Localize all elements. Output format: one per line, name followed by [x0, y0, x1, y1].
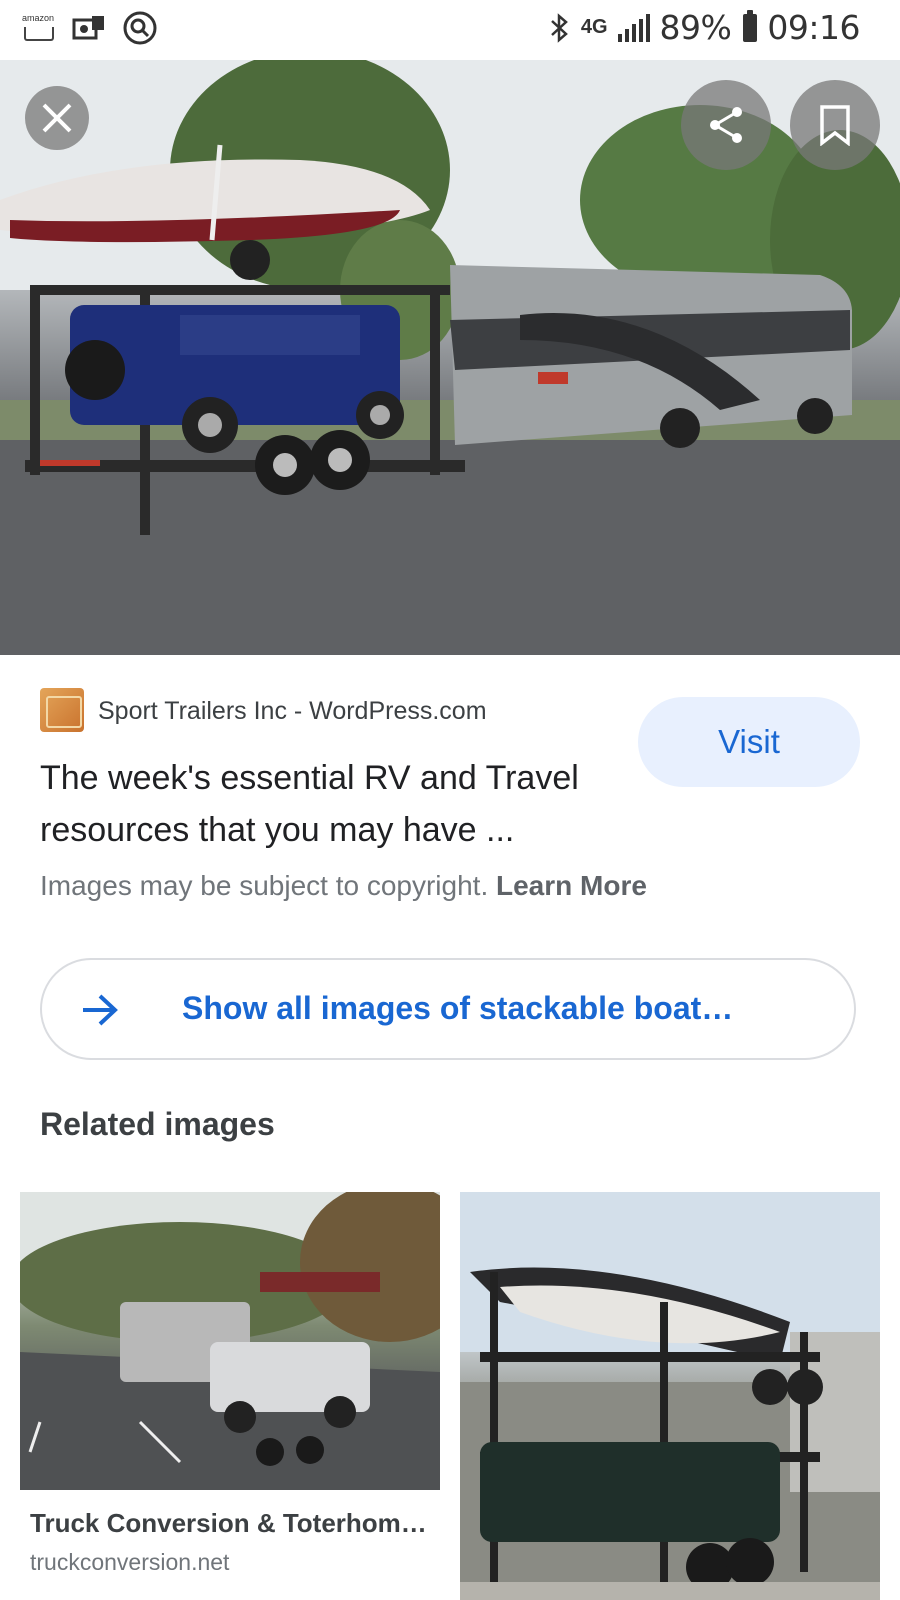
related-image-title: Truck Conversion & Toterhom…: [30, 1508, 427, 1538]
related-images-heading: Related images: [40, 1106, 275, 1142]
main-image[interactable]: [0, 60, 900, 655]
share-icon: [710, 107, 742, 143]
bluetooth-icon: [550, 12, 568, 43]
related-image-card[interactable]: Truck Conversion & Toterhom… truckconver…: [20, 1192, 440, 1600]
show-all-images-button[interactable]: Show all images of stackable boat…: [40, 958, 856, 1060]
status-bar: amazon 4G 89% 09:16: [0, 0, 900, 60]
signal-icon: [617, 13, 650, 42]
system-status: 4G 89% 09:16: [549, 8, 860, 47]
clock: 09:16: [767, 8, 860, 47]
close-button[interactable]: [25, 86, 89, 150]
related-image-thumbnail: [20, 1192, 440, 1490]
copyright-text: Images may be subject to copyright.: [40, 870, 489, 901]
notification-icons: amazon: [20, 10, 158, 46]
show-all-label: Show all images of stackable boat…: [182, 990, 734, 1026]
copyright-notice: Images may be subject to copyright. Lear…: [40, 870, 647, 902]
related-image-card-2[interactable]: [460, 1192, 880, 1600]
bookmark-icon: [820, 105, 850, 146]
source-favicon: [40, 688, 84, 732]
related-image-thumbnail: [460, 1192, 880, 1600]
lens-notification-icon: [123, 11, 157, 45]
rv-trailer-photo: [0, 60, 900, 655]
image-title[interactable]: The week's essential RV and Travel resou…: [40, 752, 640, 856]
photo-notification-icon: [72, 16, 104, 40]
source-name[interactable]: Sport Trailers Inc - WordPress.com: [98, 697, 487, 726]
related-image-domain: truckconversion.net: [30, 1549, 230, 1575]
learn-more-link[interactable]: Learn More: [496, 870, 647, 901]
close-icon: [42, 103, 72, 133]
visit-button-label: Visit: [718, 723, 780, 760]
battery-percent: 89%: [659, 8, 732, 47]
network-type: 4G: [580, 16, 608, 38]
amazon-notification-icon: amazon: [20, 11, 56, 45]
share-button[interactable]: [681, 80, 771, 170]
arrow-right-icon: [83, 994, 118, 1026]
visit-button[interactable]: Visit: [638, 697, 860, 787]
save-button[interactable]: [790, 80, 880, 170]
battery-icon: [743, 9, 758, 42]
